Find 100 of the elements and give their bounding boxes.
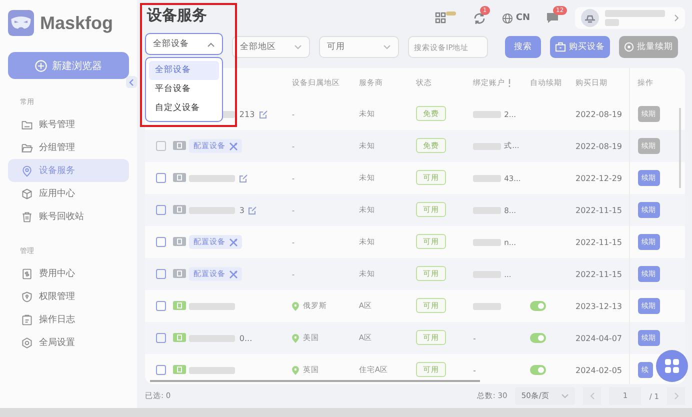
info-icon bbox=[508, 79, 512, 87]
sidebar-item[interactable]: 账号管理 bbox=[8, 113, 129, 136]
sidebar-item[interactable]: 账号回收站 bbox=[8, 205, 129, 228]
user-card[interactable] bbox=[575, 7, 685, 29]
renew-icon bbox=[624, 42, 634, 52]
sidebar-item[interactable]: 操作日志 bbox=[8, 308, 129, 331]
sidebar-item[interactable]: 权限管理 bbox=[8, 285, 129, 308]
trash-icon bbox=[21, 210, 33, 222]
device-name: 0... bbox=[239, 334, 252, 342]
chevron-down-icon bbox=[383, 44, 391, 50]
blurred-text bbox=[473, 302, 502, 310]
globe-icon bbox=[502, 12, 513, 24]
blurred-text bbox=[473, 270, 502, 278]
blurred-text bbox=[605, 10, 665, 17]
purchase-date: 2024-02-05 bbox=[576, 366, 622, 374]
chevron-right-icon bbox=[674, 14, 679, 22]
tools-icon bbox=[229, 238, 238, 246]
location-pin-icon bbox=[292, 334, 299, 342]
previous-page-button[interactable] bbox=[583, 387, 602, 405]
sidebar-item[interactable]: 应用中心 bbox=[8, 182, 129, 205]
folder-icon bbox=[21, 118, 33, 130]
cube-icon bbox=[21, 188, 33, 200]
grid-icon bbox=[664, 358, 680, 374]
purchase-date: 2022-12-29 bbox=[576, 174, 622, 182]
status-select[interactable]: 可用 bbox=[319, 36, 399, 58]
avatar-icon bbox=[581, 9, 599, 27]
row-checkbox[interactable] bbox=[156, 269, 166, 279]
device-icon bbox=[172, 364, 186, 374]
purchase-date: 2022-08-19 bbox=[576, 110, 622, 118]
row-checkbox[interactable] bbox=[156, 205, 166, 215]
tools-icon bbox=[229, 142, 238, 150]
purchase-date: 2024-04-07 bbox=[576, 334, 622, 342]
blurred-text bbox=[473, 142, 502, 150]
chevron-left-icon bbox=[129, 78, 134, 86]
blurred-text bbox=[605, 19, 619, 26]
location-pin-icon bbox=[292, 366, 299, 374]
blurred-text bbox=[189, 302, 236, 310]
blurred-text bbox=[473, 110, 502, 118]
blurred-text bbox=[473, 238, 502, 246]
row-checkbox[interactable] bbox=[156, 141, 166, 151]
mask-logo bbox=[8, 10, 34, 36]
sidebar-item[interactable]: 全局设置 bbox=[8, 331, 129, 354]
gear-icon bbox=[21, 336, 33, 348]
row-checkbox[interactable] bbox=[156, 333, 166, 343]
collapse-handle[interactable] bbox=[126, 76, 137, 88]
tools-icon bbox=[229, 270, 238, 278]
vertical-scrollbar[interactable] bbox=[679, 108, 681, 188]
qr-code-icon[interactable] bbox=[434, 11, 457, 25]
device-type-select[interactable]: 全部设备 bbox=[145, 33, 223, 55]
sidebar-item[interactable]: 费用中心 bbox=[8, 262, 129, 285]
chevron-down-icon bbox=[294, 44, 302, 50]
device-name: 3 bbox=[239, 206, 244, 214]
sidebar-item[interactable]: 设备服务 bbox=[8, 159, 129, 182]
blurred-text bbox=[189, 334, 236, 342]
blurred-text bbox=[473, 174, 502, 182]
briefcase-icon bbox=[555, 42, 566, 52]
buy-device-button[interactable]: 购买设备 bbox=[550, 36, 610, 58]
search-button[interactable]: 搜索 bbox=[505, 36, 541, 58]
device-icon bbox=[172, 172, 186, 182]
bill-icon bbox=[21, 268, 33, 280]
language-label[interactable]: CN bbox=[516, 13, 530, 23]
edit-icon[interactable] bbox=[239, 174, 248, 182]
location-pin-icon bbox=[292, 302, 299, 310]
purchase-date: 2022-11-15 bbox=[576, 206, 622, 214]
edit-icon[interactable] bbox=[248, 206, 258, 214]
blurred-text bbox=[189, 206, 236, 214]
auto-renew-toggle[interactable] bbox=[530, 301, 546, 311]
chevron-icon bbox=[207, 42, 215, 46]
chevron-left-icon bbox=[590, 392, 595, 400]
pin-icon bbox=[21, 164, 33, 176]
blurred-text bbox=[189, 174, 236, 182]
purchase-date: 2022-11-15 bbox=[576, 238, 622, 246]
region-select[interactable]: 全部地区 bbox=[232, 36, 310, 58]
device-icon bbox=[172, 332, 186, 342]
dropdown-option[interactable]: 平台设备 bbox=[149, 80, 219, 99]
device-name: 213 bbox=[239, 110, 255, 118]
sidebar-item[interactable]: 分组管理 bbox=[8, 136, 129, 159]
row-checkbox[interactable] bbox=[156, 301, 166, 311]
device-icon bbox=[172, 236, 186, 246]
edit-icon[interactable] bbox=[258, 110, 268, 118]
new-browser-button[interactable]: 新建浏览器 bbox=[8, 52, 129, 79]
dropdown-option[interactable]: 自定义设备 bbox=[149, 99, 219, 118]
device-icon bbox=[172, 268, 186, 278]
next-page-button[interactable] bbox=[667, 387, 685, 405]
row-checkbox[interactable] bbox=[156, 365, 166, 375]
blurred-text bbox=[473, 206, 502, 214]
row-checkbox[interactable] bbox=[156, 173, 166, 183]
device-icon bbox=[172, 300, 186, 310]
blurred-text bbox=[189, 366, 236, 374]
purchase-date: 2023-12-13 bbox=[576, 302, 622, 310]
sync-icon[interactable] bbox=[472, 12, 486, 24]
chevron-right-icon bbox=[674, 392, 678, 400]
horizontal-scrollbar[interactable] bbox=[150, 380, 480, 382]
auto-renew-toggle[interactable] bbox=[530, 333, 546, 343]
auto-renew-toggle[interactable] bbox=[530, 365, 546, 375]
device-icon bbox=[172, 140, 186, 150]
message-icon[interactable] bbox=[546, 12, 559, 24]
dropdown-option[interactable]: 全部设备 bbox=[149, 61, 219, 80]
row-checkbox[interactable] bbox=[156, 237, 166, 247]
purchase-date: 2022-11-15 bbox=[576, 270, 622, 278]
